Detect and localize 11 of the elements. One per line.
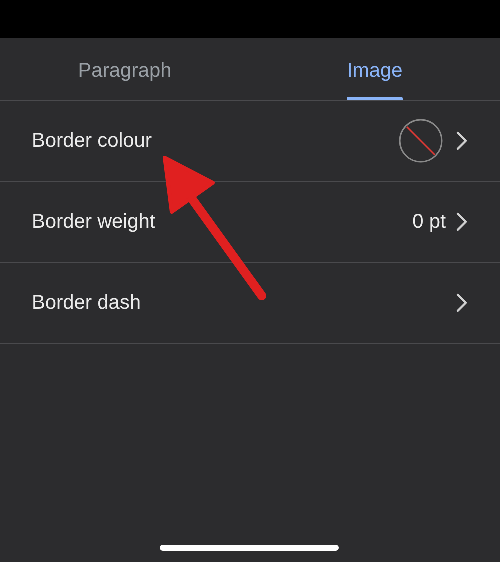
row-label: Border dash (32, 292, 142, 314)
no-colour-swatch-icon (398, 118, 444, 164)
row-label: Border colour (32, 130, 154, 152)
tab[interactable]: Paragraph (0, 38, 250, 100)
settings-row[interactable]: Border dash (0, 263, 500, 344)
row-value: 0 pt (412, 210, 446, 234)
chevron-right-icon (456, 212, 468, 232)
tab[interactable]: Image (250, 38, 500, 100)
chevron-right-icon (456, 293, 468, 313)
chevron-right-icon (456, 131, 468, 151)
row-label: Border weight (32, 210, 156, 234)
